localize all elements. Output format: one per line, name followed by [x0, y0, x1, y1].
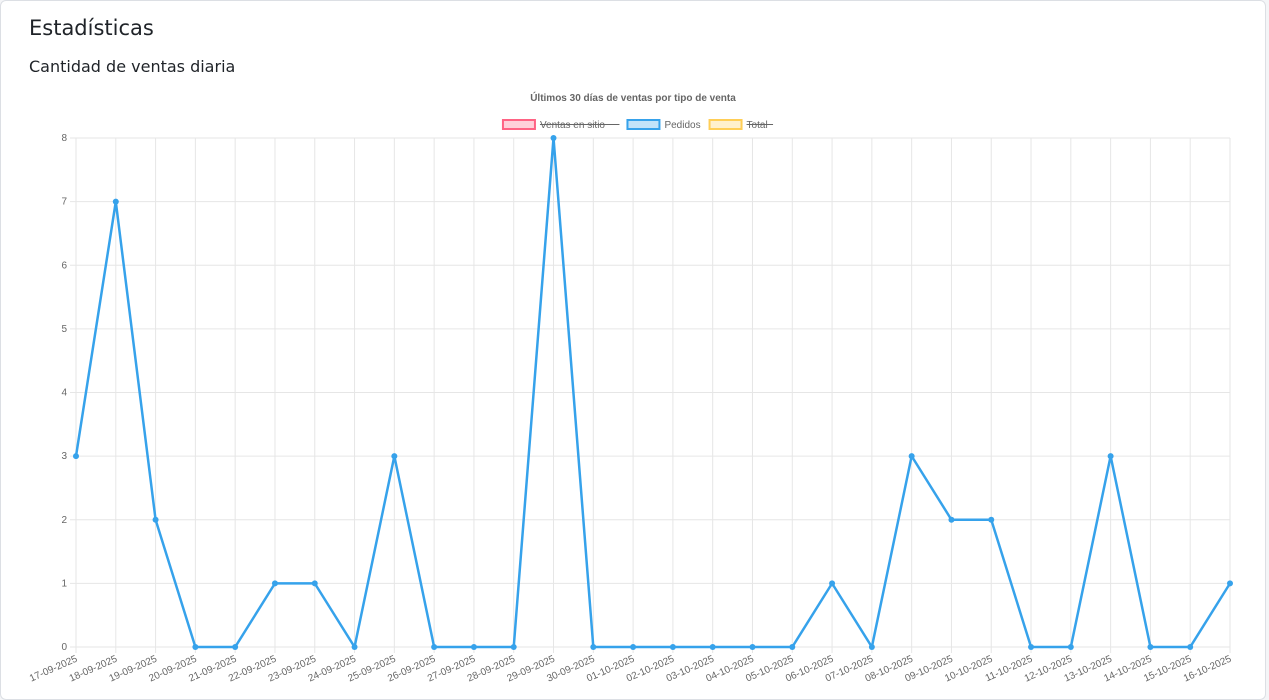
- chart-legend: Ventas en sitio Pedidos Total: [501, 119, 774, 131]
- chart-grid: [70, 137, 1231, 653]
- y-tick-label: 1: [61, 578, 67, 589]
- data-point[interactable]: [470, 644, 477, 650]
- data-point[interactable]: [391, 453, 398, 460]
- y-tick-label: 7: [61, 197, 67, 208]
- data-point[interactable]: [431, 644, 438, 650]
- y-tick-label: 3: [61, 451, 67, 462]
- data-point[interactable]: [1107, 453, 1114, 460]
- y-tick-label: 4: [61, 388, 67, 399]
- chart-title: Últimos 30 días de ventas por tipo de ve…: [530, 91, 736, 104]
- legend-label: Pedidos: [664, 120, 700, 131]
- data-point[interactable]: [1187, 644, 1194, 650]
- data-point[interactable]: [232, 644, 239, 650]
- data-point[interactable]: [550, 135, 557, 141]
- data-point[interactable]: [192, 644, 199, 650]
- data-point[interactable]: [669, 644, 676, 650]
- data-point[interactable]: [908, 453, 915, 460]
- data-point[interactable]: [630, 644, 637, 650]
- y-axis: 0 1 2 3 4 5 6 7 8: [61, 133, 67, 653]
- y-tick-label: 8: [61, 133, 67, 144]
- legend-item[interactable]: Ventas en sitio: [501, 119, 620, 131]
- data-point[interactable]: [829, 580, 836, 587]
- data-point[interactable]: [510, 644, 517, 650]
- data-point[interactable]: [112, 198, 119, 205]
- data-point[interactable]: [988, 516, 995, 523]
- y-tick-label: 2: [61, 515, 67, 526]
- data-point[interactable]: [351, 644, 358, 650]
- data-point[interactable]: [73, 453, 79, 460]
- x-axis: 17-09-202518-09-202519-09-202520-09-2025…: [28, 654, 1234, 685]
- data-point[interactable]: [271, 580, 278, 587]
- data-point[interactable]: [749, 644, 756, 650]
- data-point[interactable]: [1147, 644, 1154, 650]
- data-point[interactable]: [590, 644, 597, 650]
- y-tick-label: 5: [61, 324, 67, 335]
- legend-item[interactable]: Pedidos: [626, 119, 701, 131]
- data-point[interactable]: [868, 644, 875, 650]
- legend-swatch: [626, 119, 661, 130]
- legend-swatch: [501, 119, 536, 130]
- legend-item[interactable]: Total: [708, 119, 774, 131]
- data-point[interactable]: [152, 516, 159, 523]
- data-point[interactable]: [1227, 580, 1233, 587]
- daily-sales-chart: Últimos 30 días de ventas por tipo de ve…: [28, 91, 1234, 685]
- stats-card: Estadísticas Cantidad de ventas diaria Ú…: [0, 0, 1266, 700]
- legend-swatch: [708, 119, 743, 130]
- data-point[interactable]: [1067, 644, 1074, 650]
- data-point[interactable]: [948, 516, 955, 523]
- data-point[interactable]: [709, 644, 716, 650]
- data-point[interactable]: [1028, 644, 1035, 650]
- data-point[interactable]: [311, 580, 318, 587]
- data-point[interactable]: [789, 644, 796, 650]
- legend-label: Total: [747, 120, 768, 131]
- y-tick-label: 0: [61, 642, 67, 653]
- y-tick-label: 6: [61, 260, 67, 271]
- legend-label: Ventas en sitio: [540, 120, 605, 131]
